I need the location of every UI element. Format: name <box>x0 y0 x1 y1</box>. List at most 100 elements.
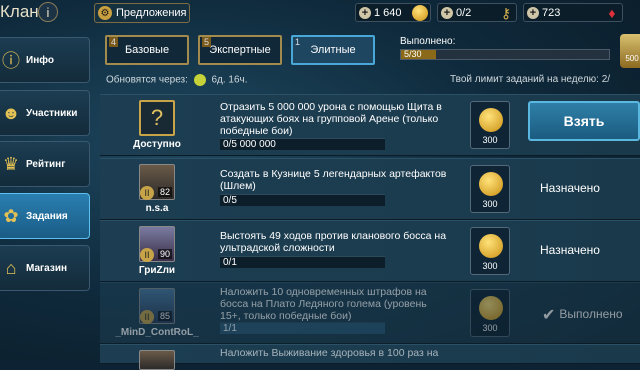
task-description: Наложить Выживание здоровья в 100 раз на <box>220 347 439 359</box>
task-holder: n.s.a <box>145 203 169 214</box>
info-circle-icon: ⓘ <box>2 51 20 71</box>
tab-label: Элитные <box>310 44 356 56</box>
task-reward: 300 <box>470 227 510 275</box>
sidebar-item-shop[interactable]: ⌂ Магазин <box>0 245 90 291</box>
rank-badge-icon: II <box>140 186 154 200</box>
reward-amount: 300 <box>482 135 498 145</box>
offers-button[interactable]: ⚙ Предложения <box>94 3 190 23</box>
rank-badge-icon: II <box>140 310 154 324</box>
task-progress: 0/5 <box>223 195 237 206</box>
task-progress-bar: 0/5 000 000 <box>220 138 385 150</box>
tab-count: 5 <box>202 37 212 47</box>
coins-value: 1 640 <box>374 6 402 19</box>
question-icon: ? <box>139 100 175 136</box>
task-progress: 0/1 <box>223 257 237 268</box>
sidebar-item-label: Участники <box>26 107 78 119</box>
task-description: Отразить 5 000 000 урона с помощью Щита … <box>220 101 442 137</box>
task-row: II 82 n.s.a Создать в Кузнице 5 легендар… <box>100 158 640 220</box>
shop-icon: ⌂ <box>5 257 17 278</box>
completed-label: Выполнено: <box>400 36 456 47</box>
gem-icon: ♦ <box>608 4 616 21</box>
task-progress-bar: 1/1 <box>220 322 385 334</box>
refresh-timer: Обновятся через: 6д. 16ч. <box>106 74 248 86</box>
task-reward: 300 <box>470 289 510 337</box>
tab-label: Экспертные <box>209 44 271 56</box>
take-task-button[interactable]: Взять <box>528 101 640 141</box>
gems-value: 723 <box>542 6 561 19</box>
reward-chest-icon[interactable]: 500 <box>620 34 640 68</box>
avatar <box>139 350 175 370</box>
task-description: Наложить 10 одновременных штрафов на бос… <box>220 286 427 322</box>
task-holder: _MinD_ContRoL_ <box>115 327 199 338</box>
coin-icon <box>479 172 503 196</box>
sidebar-item-label: Рейтинг <box>26 158 66 170</box>
sidebar-item-label: Задания <box>26 210 68 222</box>
reward-amount: 300 <box>482 261 498 271</box>
coin-icon <box>479 108 503 132</box>
sidebar-item-members[interactable]: ☻ Участники <box>0 90 90 136</box>
task-status: ✔ Выполнено <box>542 305 623 325</box>
task-row: ? Доступно Отразить 5 000 000 урона с по… <box>100 94 640 156</box>
task-progress-bar: 0/1 <box>220 256 385 268</box>
weekly-limit-label: Твой лимит заданий на неделю: 2/ <box>450 74 611 85</box>
refresh-label: Обновятся через: <box>106 74 188 86</box>
keys-resource[interactable]: + 0/2 ⚷ <box>437 3 517 22</box>
tab-basic[interactable]: 4 Базовые <box>105 35 189 65</box>
add-gems-icon[interactable]: + <box>527 6 539 19</box>
offers-label: Предложения <box>116 7 187 19</box>
task-progress-bar: 0/5 <box>220 194 385 206</box>
keys-value: 0/2 <box>456 6 472 19</box>
task-progress: 1/1 <box>223 323 237 334</box>
trophy-icon: ♛ <box>2 153 20 174</box>
task-holder: Доступно <box>133 139 181 150</box>
tab-expert[interactable]: 5 Экспертные <box>198 35 282 65</box>
top-bar: Клан i ⚙ Предложения + 1 640 + 0/2 ⚷ + 7… <box>0 0 640 26</box>
sidebar-item-rating[interactable]: ♛ Рейтинг <box>0 141 90 187</box>
task-status: Назначено <box>540 243 600 257</box>
add-coins-icon[interactable]: + <box>359 6 371 19</box>
refresh-time: 6д. 16ч. <box>211 74 248 86</box>
sidebar-item-info[interactable]: ⓘ Инфо <box>0 37 90 83</box>
ribbon-icon: ✿ <box>3 205 19 226</box>
key-icon: ⚷ <box>500 4 512 21</box>
info-button[interactable]: i <box>38 2 58 22</box>
tab-count: 4 <box>109 37 119 47</box>
checkmark-icon: ✔ <box>542 307 556 324</box>
coin-icon <box>412 4 428 21</box>
sidebar-item-tasks[interactable]: ✿ Задания <box>0 193 90 239</box>
completed-bar: 5/30 <box>400 49 610 60</box>
coins-resource[interactable]: + 1 640 <box>355 3 431 22</box>
tab-count: 1 <box>295 37 301 47</box>
members-icon: ☻ <box>1 102 21 123</box>
sidebar-item-label: Магазин <box>26 262 68 274</box>
weekly-limit: Твой лимит заданий на неделю: 2/ <box>450 74 610 85</box>
completed-value: 5/30 <box>404 49 422 59</box>
add-keys-icon[interactable]: + <box>441 6 453 19</box>
task-status-label: Выполнено <box>559 307 623 321</box>
task-reward: 300 <box>470 101 510 149</box>
coin-icon <box>479 234 503 258</box>
task-description: Создать в Кузнице 5 легендарных артефакт… <box>220 168 447 192</box>
gear-icon: ⚙ <box>98 6 112 20</box>
task-status: Назначено <box>540 181 600 195</box>
task-row: II 85 _MinD_ContRoL_ Наложить 10 одновре… <box>100 282 640 344</box>
page-title: Клан <box>0 2 39 21</box>
completed-progress: Выполнено: 5/30 <box>400 36 616 64</box>
hero-level: 90 <box>158 249 173 259</box>
info-icon: i <box>46 4 50 20</box>
reward-amount: 300 <box>482 199 498 209</box>
sidebar-item-label: Инфо <box>26 54 54 66</box>
task-holder: ГриZли <box>138 265 176 276</box>
gems-resource[interactable]: + 723 ♦ <box>523 3 623 22</box>
task-description: Выстоять 49 ходов против кланового босса… <box>220 230 447 254</box>
task-reward: 300 <box>470 165 510 213</box>
coin-icon <box>479 296 503 320</box>
timer-icon <box>193 74 206 86</box>
tab-elite[interactable]: 1 Элитные <box>291 35 375 65</box>
task-row: Наложить Выживание здоровья в 100 раз на <box>100 344 640 370</box>
rank-badge-icon: II <box>140 248 154 262</box>
reward-chest-label: 500 <box>625 54 639 63</box>
hero-level: 85 <box>158 311 173 321</box>
tab-label: Базовые <box>124 44 170 56</box>
task-row: II 90 ГриZли Выстоять 49 ходов против кл… <box>100 220 640 282</box>
